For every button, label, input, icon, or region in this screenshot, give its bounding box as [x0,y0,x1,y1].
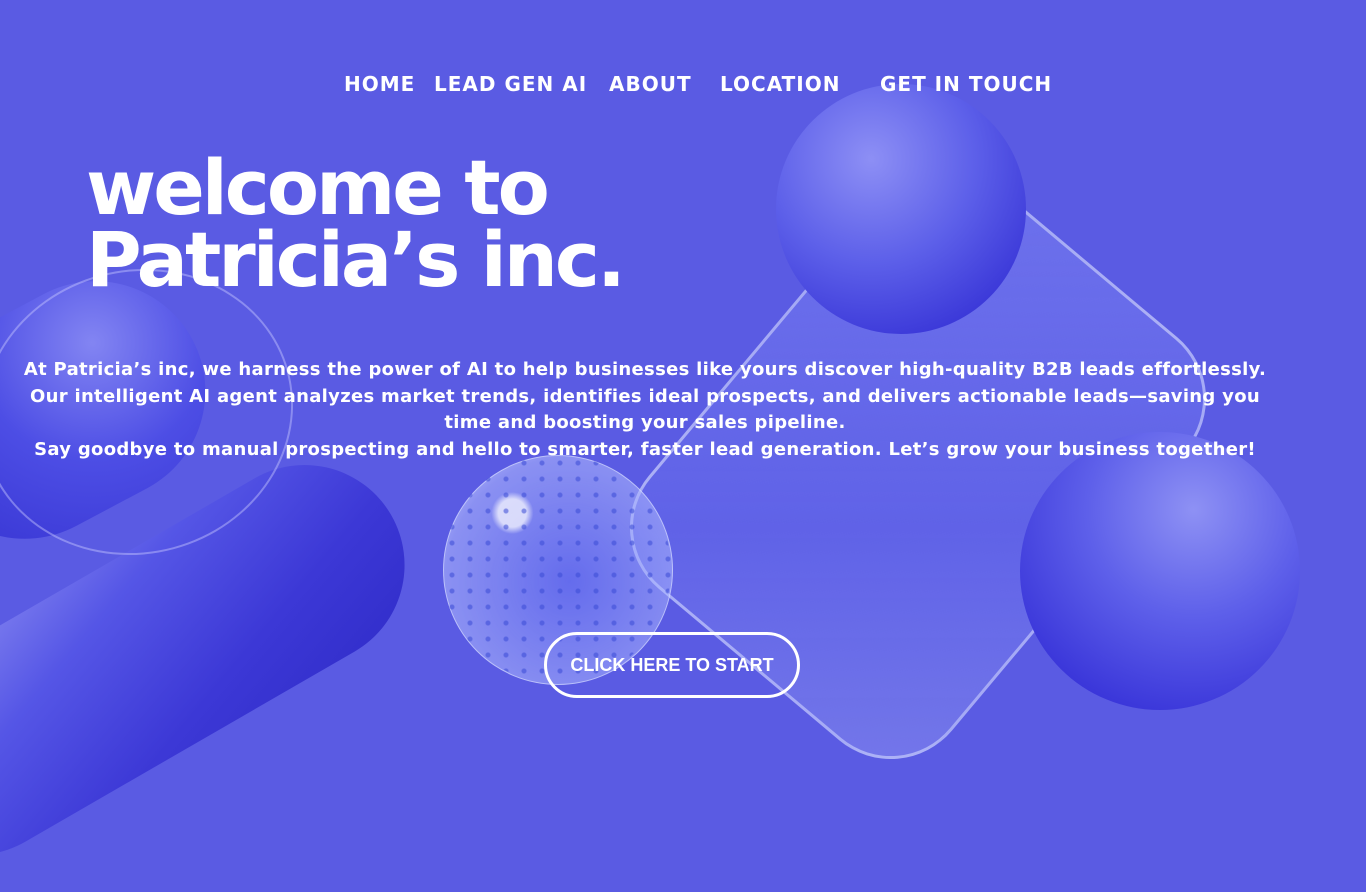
nav-home[interactable]: HOME [344,72,415,96]
start-button[interactable]: CLICK HERE TO START [544,632,800,698]
hero-title: welcome to Patricia’s inc. [86,150,626,298]
decorative-sphere-right [1020,432,1300,710]
decorative-sphere-top [776,84,1026,334]
decorative-capsule-bottom [0,428,442,892]
nav-about[interactable]: ABOUT [609,72,692,96]
hero-description: At Patricia’s inc, we harness the power … [10,357,1280,463]
nav-get-in-touch[interactable]: GET IN TOUCH [880,72,1052,96]
hero-paragraph-1: At Patricia’s inc, we harness the power … [23,359,1267,433]
nav-location[interactable]: LOCATION [720,72,840,96]
hero-title-line2: Patricia’s inc. [86,215,626,304]
nav-lead-gen-ai[interactable]: LEAD GEN AI [434,72,587,96]
hero-paragraph-2: Say goodbye to manual prospecting and he… [34,438,1256,460]
main-nav: HOME LEAD GEN AI ABOUT LOCATION GET IN T… [0,72,1366,98]
